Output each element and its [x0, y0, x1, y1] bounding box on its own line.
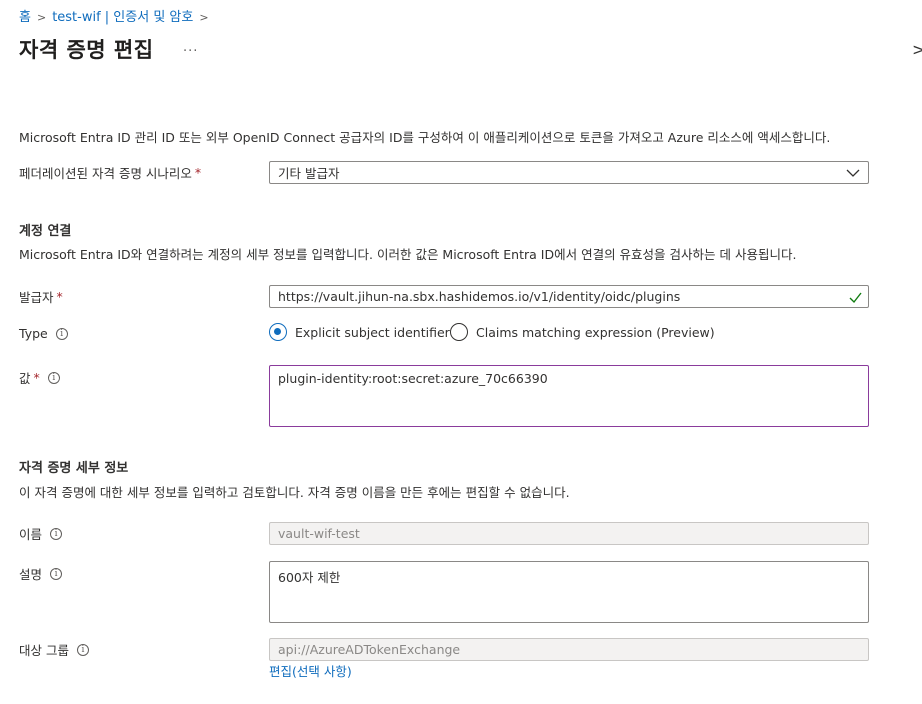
scenario-label: 페더레이션된 자격 증명 시나리오 * — [19, 163, 201, 182]
scenario-selected-value: 기타 발급자 — [278, 166, 340, 181]
info-icon[interactable]: i — [76, 643, 89, 656]
account-section-description: Microsoft Entra ID와 연결하려는 계정의 세부 정보를 입력합… — [19, 247, 797, 262]
issuer-input-value: https://vault.jihun-na.sbx.hashidemos.io… — [278, 289, 681, 304]
audience-input: api://AzureADTokenExchange — [269, 638, 869, 661]
value-textarea-value: plugin-identity:root:secret:azure_70c663… — [278, 371, 548, 386]
required-mark: * — [56, 289, 63, 304]
name-input: vault-wif-test — [269, 522, 869, 545]
description-label-text: 설명 — [19, 567, 43, 582]
description-textarea[interactable]: 600자 제한 — [269, 561, 869, 623]
scenario-dropdown[interactable]: 기타 발급자 — [269, 161, 869, 184]
radio-button[interactable] — [450, 323, 468, 341]
type-radio-claims-label: Claims matching expression (Preview) — [476, 324, 715, 340]
required-mark: * — [33, 370, 40, 385]
audience-label: 대상 그룹 i — [19, 640, 89, 659]
breadcrumb: 홈 > test-wif | 인증서 및 암호 > — [19, 6, 215, 25]
description-textarea-value: 600자 제한 — [278, 570, 341, 585]
audience-label-text: 대상 그룹 — [19, 643, 69, 658]
description-label: 설명 i — [19, 564, 63, 583]
issuer-input[interactable]: https://vault.jihun-na.sbx.hashidemos.io… — [269, 285, 869, 308]
details-section-description: 이 자격 증명에 대한 세부 정보를 입력하고 검토합니다. 자격 증명 이름을… — [19, 485, 570, 500]
issuer-label: 발급자 * — [19, 287, 63, 306]
chevron-right-icon: > — [36, 11, 47, 24]
scenario-label-text: 페더레이션된 자격 증명 시나리오 — [19, 166, 192, 181]
info-icon[interactable]: i — [50, 527, 63, 540]
more-options-button[interactable]: ... — [183, 40, 198, 55]
account-section-title: 계정 연결 — [19, 224, 72, 239]
info-icon[interactable]: i — [50, 567, 63, 580]
check-icon — [849, 292, 862, 304]
chevron-right-icon[interactable]: > — [912, 40, 922, 59]
intro-text: Microsoft Entra ID 관리 ID 또는 외부 OpenID Co… — [19, 130, 831, 145]
chevron-down-icon — [846, 169, 860, 177]
info-icon[interactable]: i — [47, 371, 60, 384]
details-section-title: 자격 증명 세부 정보 — [19, 461, 129, 476]
type-radio-explicit-label: Explicit subject identifier — [295, 324, 450, 340]
required-mark: * — [194, 165, 202, 180]
breadcrumb-home-link[interactable]: 홈 — [19, 6, 31, 25]
type-radio-claims[interactable]: Claims matching expression (Preview) — [450, 323, 715, 341]
value-textarea[interactable]: plugin-identity:root:secret:azure_70c663… — [269, 365, 869, 427]
radio-button-checked[interactable] — [269, 323, 287, 341]
type-radio-explicit[interactable]: Explicit subject identifier — [269, 323, 450, 341]
edit-audience-link[interactable]: 편집(선택 사항) — [269, 661, 352, 680]
name-label-text: 이름 — [19, 527, 43, 542]
type-label: Type i — [19, 326, 68, 341]
breadcrumb-parent-link[interactable]: test-wif | 인증서 및 암호 — [52, 6, 193, 25]
value-label: 값 * i — [19, 368, 60, 387]
audience-input-value: api://AzureADTokenExchange — [278, 642, 461, 657]
page-title: 자격 증명 편집 — [19, 38, 154, 62]
value-label-text: 값 — [19, 371, 31, 386]
name-label: 이름 i — [19, 524, 63, 543]
issuer-label-text: 발급자 — [19, 290, 54, 305]
chevron-right-icon: > — [199, 11, 209, 24]
info-icon[interactable]: i — [55, 327, 68, 340]
name-input-value: vault-wif-test — [278, 526, 360, 541]
type-label-text: Type — [19, 326, 48, 341]
